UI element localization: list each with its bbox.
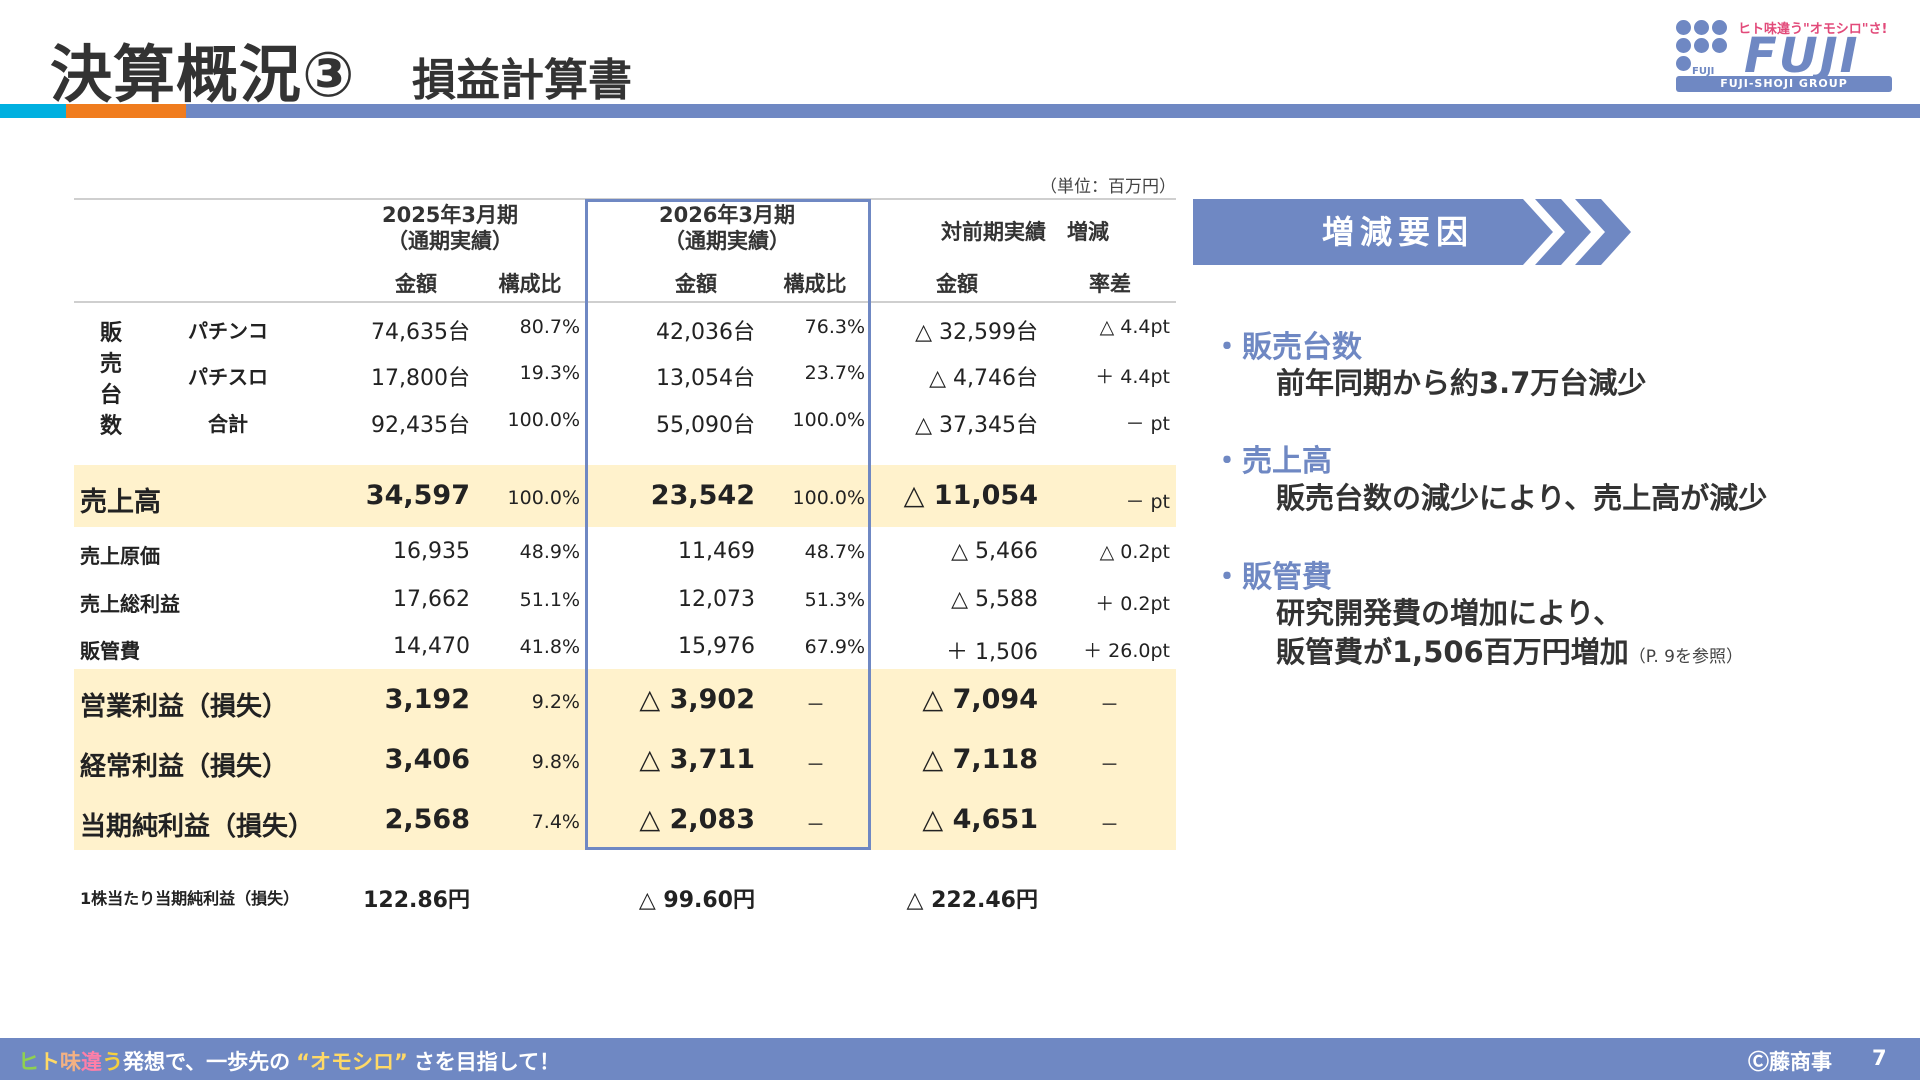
row-label: 経常利益（損失） [80,752,289,782]
slogan-quote: “オモシロ” [296,1050,408,1074]
header-divider [0,104,1920,118]
cell-diff-rate: ＋ 4.4pt [1095,366,1170,388]
header-divider-orange [66,104,186,118]
logo-group-name: FUJI-SHOJI GROUP [1676,76,1892,92]
cell-fy2025-ratio: 9.2% [531,691,580,713]
header-fy2025: 2025年3月期 （通期実績） [381,203,519,253]
slogan-part1: 発想で、一歩先の [123,1050,291,1074]
slogan-char: 違 [81,1050,102,1074]
sales-label: 売上高 [80,487,161,518]
cell-diff-rate: － [1100,754,1120,776]
cell-fy2025-ratio: 41.8% [519,636,580,658]
cell-fy2025-amount: 16,935 [393,539,470,564]
slogan-char: ヒ [18,1050,39,1074]
cell-diff-rate: △ 0.2pt [1099,541,1170,563]
factor-text-units: 前年同期から約3.7万台減少 [1276,366,1647,400]
sales-diff-rate: － pt [1125,491,1170,513]
cell-diff-amount: △ 7,118 [922,744,1038,775]
eps-fy2025: 122.86円 [363,888,470,913]
header-diff: 対前期実績 増減 [941,220,1109,244]
cell-fy2025-amount: 3,406 [384,744,470,775]
units-group-label: 販売台数 [99,321,122,439]
subheader-amount: 金額 [936,272,978,296]
eps-label: 1株当たり当期純利益（損失） [80,889,300,908]
cell-fy2025-ratio: 51.1% [519,589,580,611]
cell-diff-rate: ＋ 26.0pt [1083,640,1170,662]
slogan-char: ト [39,1050,60,1074]
sales-fy2025-amount: 34,597 [365,480,470,511]
company-logo: ヒト味違う"オモシロ"さ! FUJI FUJI FUJI-SHOJI GROUP [1676,18,1892,92]
cell-diff-amount: △ 5,466 [951,539,1038,564]
header-divider-cyan [0,104,66,118]
cell-diff-amount: △ 32,599台 [915,320,1038,345]
cell-diff-rate: △ 4.4pt [1099,316,1170,338]
page-title: 決算概況③ [50,38,356,111]
row-label: パチンコ [188,319,268,343]
slogan-part2: さを目指して！ [413,1050,561,1074]
page-number: 7 [1872,1046,1887,1070]
unit-label: （単位：百万円） [1040,177,1176,197]
page-subtitle: 損益計算書 [412,55,632,106]
cell-fy2025-ratio: 48.9% [519,541,580,563]
sales-fy2025-ratio: 100.0% [507,487,580,509]
factor-text-sga-2: 販管費が1,506百万円増加（P. 9を参照） [1276,629,1743,671]
slogan-char: 味 [60,1050,81,1074]
cell-diff-rate: － [1100,694,1120,716]
row-label: 営業利益（損失） [80,692,289,722]
subheader-ratio: 構成比 [498,272,562,296]
factor-text-sga-1: 研究開発費の増加により、 [1276,596,1623,630]
factor-text-sga-2-main: 販管費が1,506百万円増加 [1276,635,1629,669]
cell-fy2025-amount: 14,470 [393,634,470,659]
sales-diff-amount: △ 11,054 [903,480,1038,511]
cell-diff-amount: △ 4,651 [922,804,1038,835]
fy2026-column-highlight [585,199,871,850]
row-label: 販管費 [80,639,140,663]
cell-diff-rate: － pt [1125,413,1170,435]
cell-fy2025-ratio: 9.8% [531,751,580,773]
subheader-amount: 金額 [395,272,437,296]
cell-diff-amount: △ 7,094 [922,684,1038,715]
cell-diff-rate: ＋ 0.2pt [1095,593,1170,615]
cell-fy2025-amount: 74,635台 [371,320,470,345]
footer-slogan: ヒト味違う発想で、一歩先の “オモシロ” さを目指して！ [18,1046,560,1076]
factor-note-reference: （P. 9を参照） [1628,647,1743,667]
eps-diff: △ 222.46円 [906,888,1038,913]
cell-fy2025-ratio: 7.4% [531,811,580,833]
cell-fy2025-amount: 3,192 [384,684,470,715]
factor-text-sales: 販売台数の減少により、売上高が減少 [1276,481,1768,515]
footer-bar: ヒト味違う発想で、一歩先の “オモシロ” さを目指して！ Ⓒ藤商事 7 [0,1038,1920,1080]
row-label: 当期純利益（損失） [80,812,315,842]
cell-fy2025-ratio: 19.3% [519,362,580,384]
cell-fy2025-amount: 92,435台 [371,413,470,438]
cell-fy2025-amount: 17,800台 [371,366,470,391]
row-label: 合計 [208,412,248,436]
cell-fy2025-amount: 17,662 [393,587,470,612]
eps-fy2026: △ 99.60円 [638,888,755,913]
subheader-rate-diff: 率差 [1089,272,1131,296]
row-label: パチスロ [188,365,268,389]
cell-diff-amount: ＋ 1,506 [946,640,1038,665]
cell-diff-amount: △ 37,345台 [915,413,1038,438]
factor-banner-label: 増減要因 [1321,213,1474,251]
factor-title-sales: ・売上高 [1212,444,1332,479]
cell-fy2025-ratio: 100.0% [507,409,580,431]
cell-fy2025-ratio: 80.7% [519,316,580,338]
cell-diff-rate: － [1100,814,1120,836]
row-label: 売上原価 [80,544,160,568]
cell-diff-amount: △ 4,746台 [929,366,1038,391]
cell-diff-amount: △ 5,588 [951,587,1038,612]
copyright: Ⓒ藤商事 [1748,1050,1832,1074]
cell-fy2025-amount: 2,568 [384,804,470,835]
slogan-char: う [102,1050,123,1074]
row-label: 売上総利益 [80,592,180,616]
